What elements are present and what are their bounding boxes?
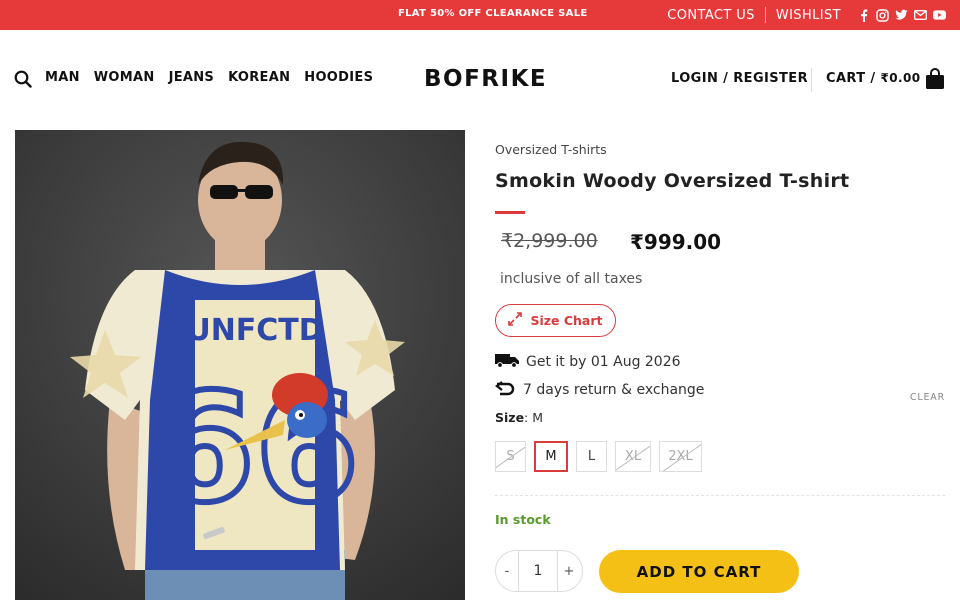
nav-item-man[interactable]: MAN: [45, 70, 80, 85]
size-option-s[interactable]: S: [495, 441, 526, 472]
size-chart-button[interactable]: Size Chart: [495, 304, 616, 337]
truck-icon: [495, 352, 520, 372]
add-to-cart-button[interactable]: ADD TO CART: [599, 550, 799, 593]
size-option-l[interactable]: L: [576, 441, 607, 472]
expand-icon: [508, 312, 523, 329]
promo-bar: FLAT 50% OFF CLEARANCE SALE CONTACT US W…: [0, 0, 960, 30]
instagram-icon[interactable]: [876, 8, 889, 22]
size-swatches: S M L XL 2XL: [495, 441, 702, 472]
header-divider: [811, 68, 812, 92]
login-register-link[interactable]: LOGIN / REGISTER: [671, 71, 808, 86]
delivery-text: Get it by 01 Aug 2026: [526, 354, 681, 370]
original-price: ₹2,999.00: [501, 230, 598, 252]
site-header: MAN WOMAN JEANS KOREAN HOODIES BOFRIKE L…: [0, 30, 960, 128]
nav-item-jeans[interactable]: JEANS: [169, 70, 215, 85]
cart-label: CART /: [826, 71, 876, 86]
size-option-m[interactable]: M: [534, 441, 568, 472]
site-logo[interactable]: BOFRIKE: [424, 66, 547, 92]
wishlist-link[interactable]: WISHLIST: [766, 8, 851, 23]
clear-selection-link[interactable]: CLEAR: [910, 392, 945, 403]
sale-price: ₹999.00: [630, 230, 722, 254]
shopping-bag-icon[interactable]: [925, 68, 945, 90]
divider: [495, 495, 945, 496]
tax-note: inclusive of all taxes: [500, 271, 643, 287]
cart-amount: ₹0.00: [880, 71, 921, 85]
twitter-icon[interactable]: [895, 9, 908, 22]
nav-item-hoodies[interactable]: HOODIES: [304, 70, 373, 85]
quantity-stepper: - 1 +: [495, 550, 583, 592]
size-chart-label: Size Chart: [530, 313, 603, 328]
promo-text: FLAT 50% OFF CLEARANCE SALE: [398, 8, 588, 19]
nav-item-korean[interactable]: KOREAN: [228, 70, 290, 85]
return-info: 7 days return & exchange: [495, 380, 704, 400]
product-category-link[interactable]: Oversized T-shirts: [495, 142, 607, 157]
product-image[interactable]: UNFCTD 66: [15, 130, 465, 600]
selected-size-value: M: [532, 410, 544, 425]
size-option-2xl[interactable]: 2XL: [659, 441, 702, 472]
top-links: CONTACT US WISHLIST: [657, 0, 946, 30]
product-title: Smokin Woody Oversized T-shirt: [495, 170, 850, 192]
size-attribute-label: Size: M: [495, 410, 544, 425]
cart-link[interactable]: CART / ₹0.00: [826, 71, 920, 86]
contact-us-link[interactable]: CONTACT US: [657, 8, 765, 23]
search-icon[interactable]: [14, 70, 32, 88]
email-icon[interactable]: [914, 9, 927, 22]
size-option-xl[interactable]: XL: [615, 441, 651, 472]
svg-text:UNFCTD: UNFCTD: [186, 313, 323, 348]
quantity-input[interactable]: 1: [518, 551, 558, 591]
stock-status: In stock: [495, 512, 551, 527]
facebook-icon[interactable]: [857, 9, 870, 22]
qty-decrease-button[interactable]: -: [496, 564, 518, 579]
return-text: 7 days return & exchange: [523, 382, 705, 398]
return-arrow-icon: [495, 380, 515, 400]
social-links: [857, 8, 946, 22]
svg-text:66: 66: [151, 362, 360, 536]
qty-increase-button[interactable]: +: [558, 564, 580, 579]
title-divider: [495, 211, 525, 214]
delivery-info: Get it by 01 Aug 2026: [495, 352, 681, 372]
nav-item-woman[interactable]: WOMAN: [94, 70, 155, 85]
youtube-icon[interactable]: [933, 9, 946, 22]
main-nav: MAN WOMAN JEANS KOREAN HOODIES: [45, 70, 373, 85]
